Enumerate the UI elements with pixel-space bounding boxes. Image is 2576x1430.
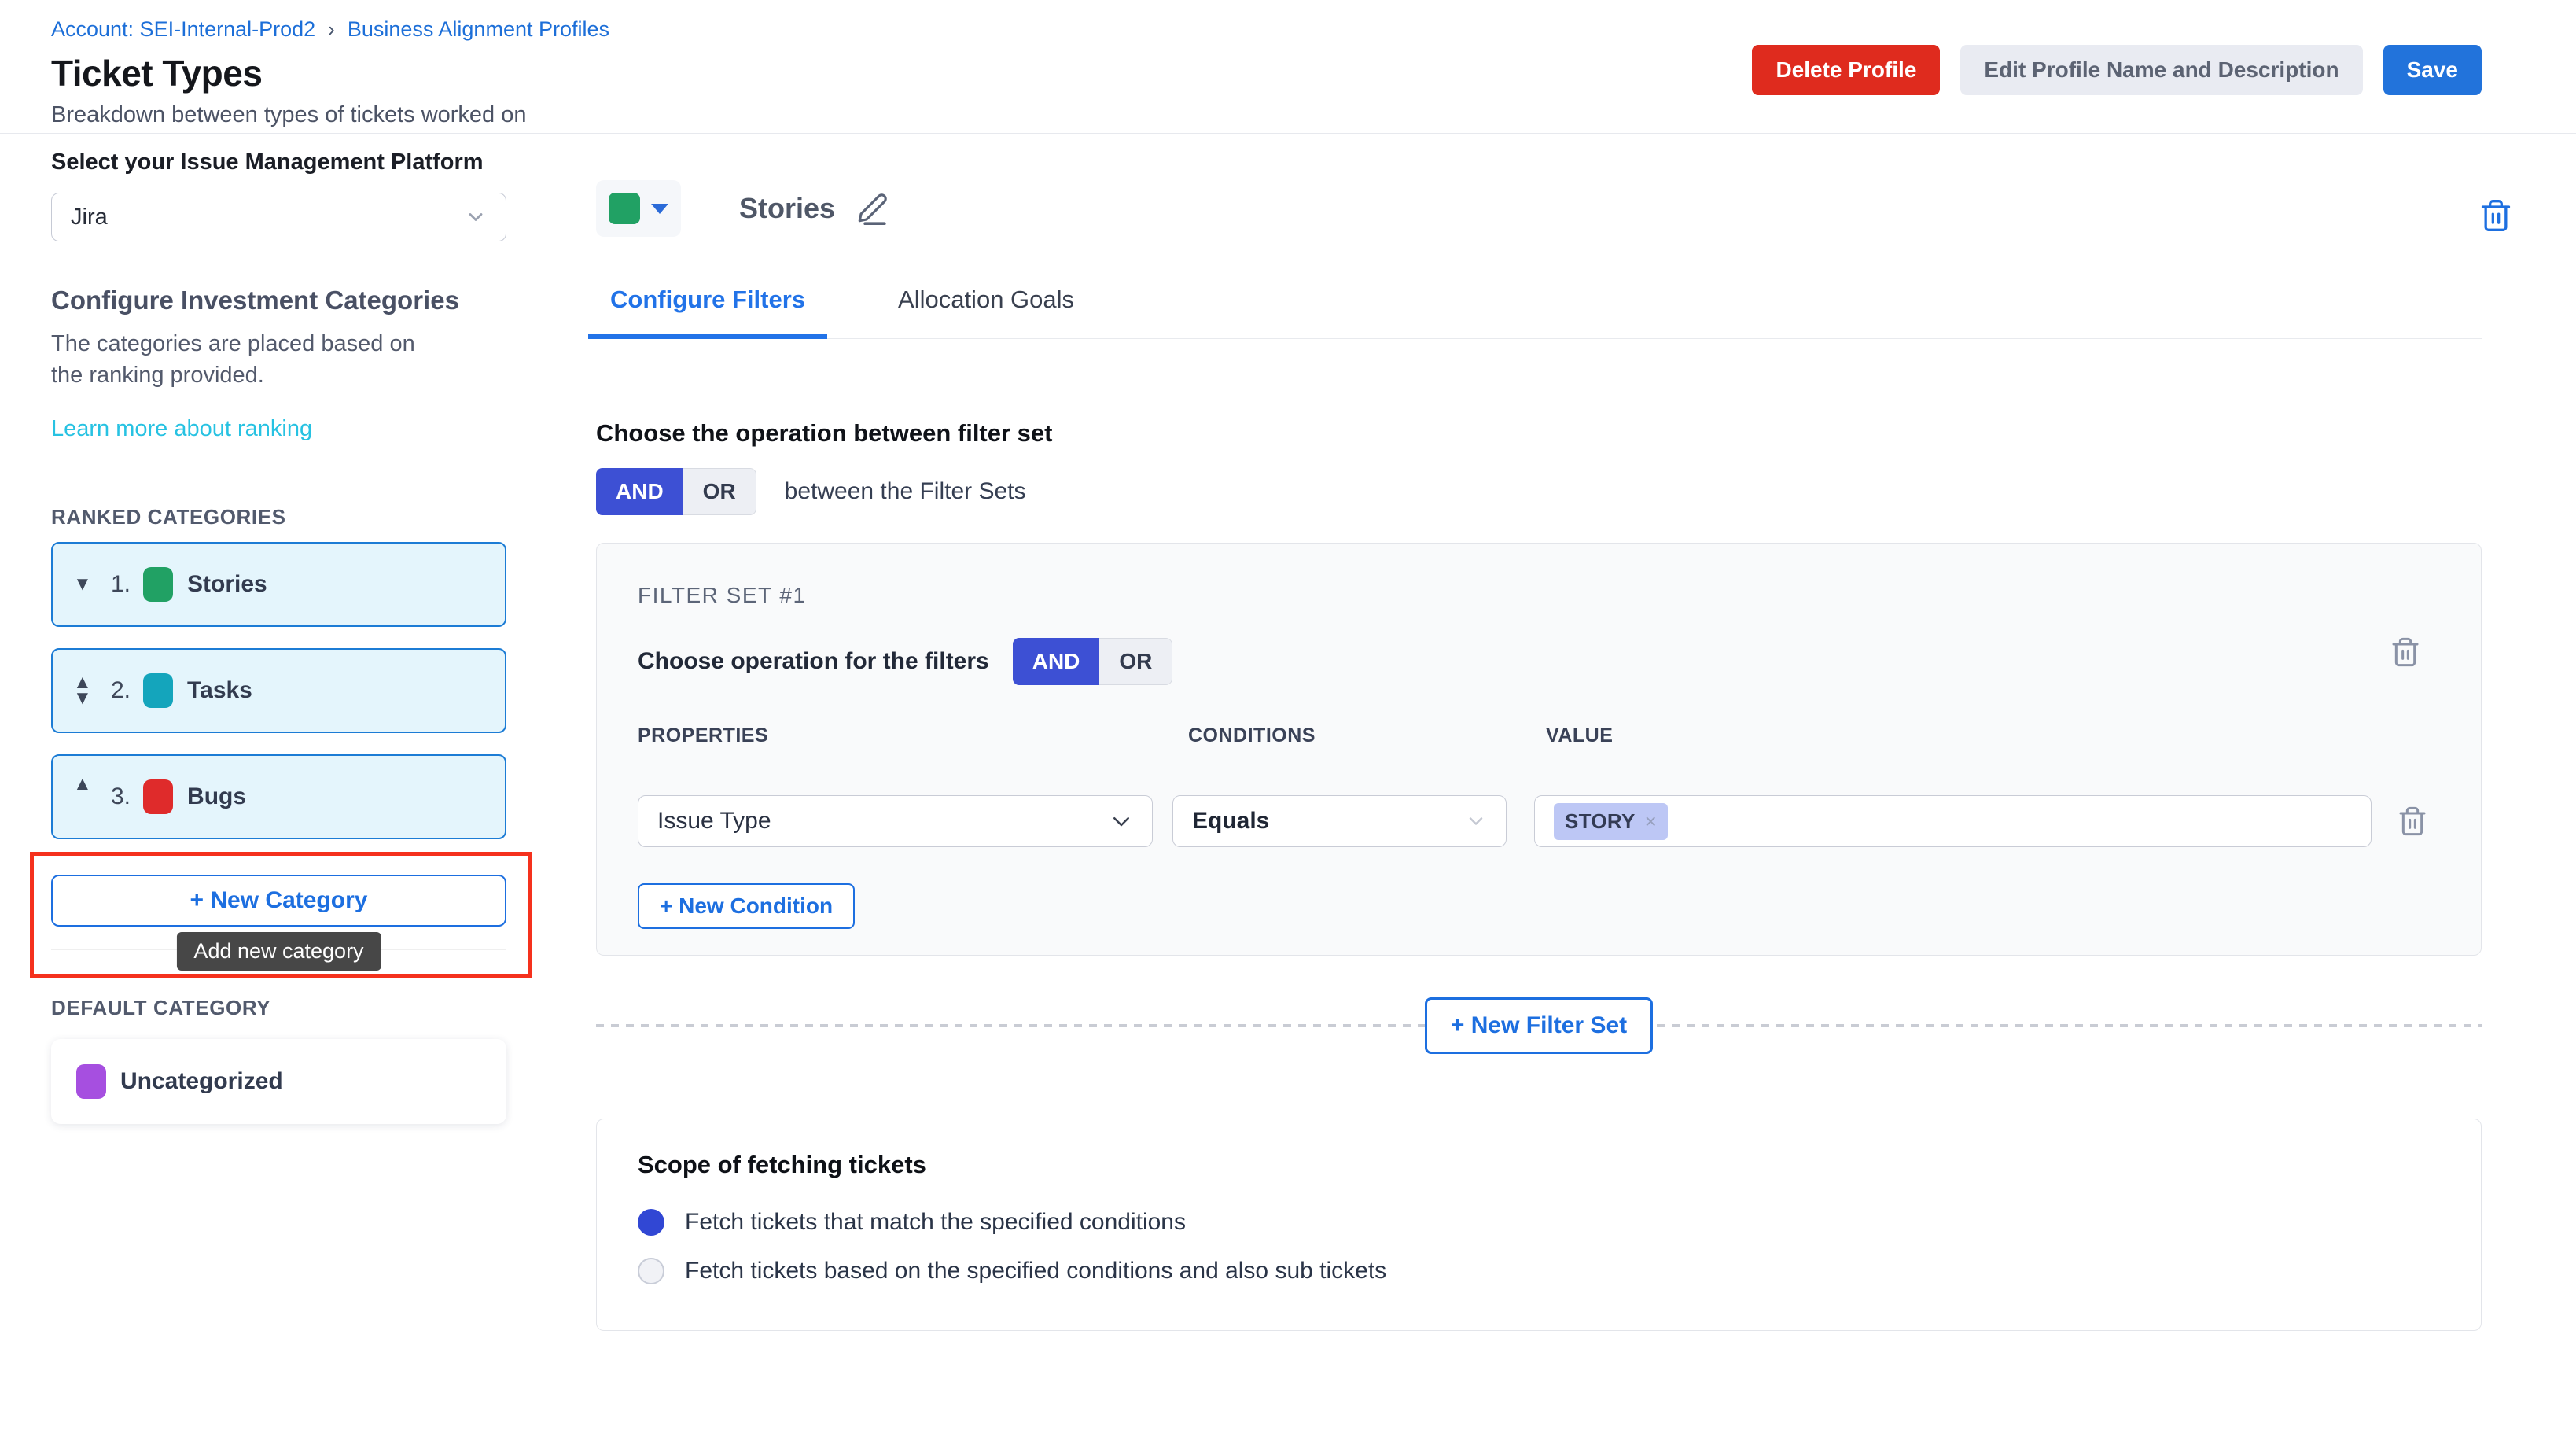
category-card-stories[interactable]: ▼ 1. Stories	[51, 542, 506, 627]
caret-down-icon	[651, 204, 668, 214]
tab-allocation-goals[interactable]: Allocation Goals	[876, 286, 1096, 338]
category-color-swatch	[609, 193, 640, 224]
category-name: Bugs	[187, 783, 246, 810]
configure-categories-title: Configure Investment Categories	[51, 286, 506, 315]
page-subtitle: Breakdown between types of tickets worke…	[51, 102, 2482, 128]
category-color-swatch	[143, 673, 173, 708]
move-down-icon[interactable]: ▼	[73, 691, 92, 706]
category-card-bugs[interactable]: ▲ 3. Bugs	[51, 754, 506, 839]
and-toggle-option[interactable]: AND	[596, 468, 683, 515]
scope-option-label: Fetch tickets based on the specified con…	[685, 1258, 1386, 1284]
learn-more-ranking-link[interactable]: Learn more about ranking	[51, 416, 312, 442]
new-filter-set-area: + New Filter Set	[596, 997, 2482, 1054]
and-toggle-option[interactable]: AND	[1013, 638, 1100, 685]
category-name: Tasks	[187, 677, 252, 704]
chevron-down-icon	[1465, 810, 1487, 832]
value-chip-label: STORY	[1565, 809, 1636, 834]
platform-select-label: Select your Issue Management Platform	[51, 149, 506, 175]
new-filter-set-button[interactable]: + New Filter Set	[1425, 997, 1653, 1054]
category-rank: 1.	[111, 571, 131, 598]
scope-option-label: Fetch tickets that match the specified c…	[685, 1209, 1186, 1236]
category-card-tasks[interactable]: ▲ ▼ 2. Tasks	[51, 648, 506, 733]
edit-category-name-icon[interactable]	[856, 192, 889, 225]
filter-column-headers: PROPERTIES CONDITIONS VALUE	[638, 724, 2440, 747]
new-category-button[interactable]: + New Category	[51, 875, 506, 927]
scope-option-match-conditions[interactable]: Fetch tickets that match the specified c…	[638, 1209, 2440, 1236]
edit-profile-button[interactable]: Edit Profile Name and Description	[1960, 45, 2362, 95]
filters-operation-label: Choose operation for the filters	[638, 648, 989, 675]
value-input[interactable]: STORY ×	[1534, 795, 2372, 847]
delete-filter-set-icon[interactable]	[2390, 636, 2421, 668]
breadcrumb: Account: SEI-Internal-Prod2 › Business A…	[51, 17, 2482, 42]
filter-set-operation-toggle-row: AND OR between the Filter Sets	[596, 468, 2482, 515]
conditions-column-header: CONDITIONS	[1188, 724, 1546, 747]
delete-condition-icon[interactable]	[2397, 805, 2428, 837]
remove-chip-icon[interactable]: ×	[1645, 809, 1657, 834]
page-header: Account: SEI-Internal-Prod2 › Business A…	[0, 0, 2576, 134]
configure-categories-description: The categories are placed based on the r…	[51, 328, 452, 391]
scope-panel: Scope of fetching tickets Fetch tickets …	[596, 1119, 2482, 1331]
platform-select-value: Jira	[71, 205, 108, 230]
breadcrumb-account-link[interactable]: Account: SEI-Internal-Prod2	[51, 17, 315, 42]
category-title: Stories	[739, 192, 835, 225]
save-button[interactable]: Save	[2383, 45, 2482, 95]
category-color-picker[interactable]	[596, 180, 681, 237]
condition-select[interactable]: Equals	[1172, 795, 1507, 847]
filter-set-panel: FILTER SET #1 Choose operation for the f…	[596, 543, 2482, 956]
category-color-swatch	[143, 779, 173, 814]
property-select[interactable]: Issue Type	[638, 795, 1153, 847]
chevron-down-icon	[1110, 809, 1133, 833]
tab-bar: Configure Filters Allocation Goals	[588, 286, 2482, 339]
new-category-area: + New Category Add new category	[51, 875, 506, 950]
filters-operation-row: Choose operation for the filters AND OR	[638, 638, 2440, 685]
category-name: Stories	[187, 571, 267, 598]
tab-configure-filters[interactable]: Configure Filters	[588, 286, 827, 339]
ranked-categories-label: RANKED CATEGORIES	[51, 505, 506, 529]
or-toggle-option[interactable]: OR	[683, 468, 756, 515]
or-toggle-option[interactable]: OR	[1099, 638, 1172, 685]
properties-column-header: PROPERTIES	[638, 724, 1188, 747]
breadcrumb-section-link[interactable]: Business Alignment Profiles	[348, 17, 609, 42]
new-condition-button[interactable]: + New Condition	[638, 883, 855, 929]
add-new-category-tooltip: Add new category	[176, 932, 381, 971]
scope-option-include-subtickets[interactable]: Fetch tickets based on the specified con…	[638, 1258, 2440, 1284]
move-down-icon[interactable]: ▼	[73, 577, 92, 592]
category-color-swatch	[76, 1064, 106, 1099]
breadcrumb-separator-icon: ›	[328, 17, 335, 42]
between-filter-sets-text: between the Filter Sets	[785, 478, 1026, 505]
and-or-toggle: AND OR	[1013, 638, 1173, 685]
category-name: Uncategorized	[120, 1068, 283, 1095]
category-rank: 3.	[111, 783, 131, 810]
category-rank: 2.	[111, 677, 131, 704]
delete-profile-button[interactable]: Delete Profile	[1752, 45, 1940, 95]
delete-category-icon[interactable]	[2478, 198, 2513, 233]
condition-select-value: Equals	[1192, 808, 1269, 835]
category-header-row: Stories	[596, 180, 2482, 237]
radio-selected-icon[interactable]	[638, 1209, 664, 1236]
scope-heading: Scope of fetching tickets	[638, 1151, 2440, 1179]
category-color-swatch	[143, 567, 173, 602]
filter-set-title: FILTER SET #1	[638, 583, 2440, 608]
radio-unselected-icon[interactable]	[638, 1258, 664, 1284]
default-category-label: DEFAULT CATEGORY	[51, 996, 506, 1020]
filter-condition-row: Issue Type Equals STORY ×	[638, 795, 2440, 847]
main-panel: Stories Configure Filters Allocation Goa…	[550, 134, 2576, 1429]
platform-select[interactable]: Jira	[51, 193, 506, 241]
chevron-down-icon	[465, 206, 487, 228]
property-select-value: Issue Type	[657, 808, 771, 835]
default-category-card: Uncategorized	[51, 1039, 506, 1124]
value-column-header: VALUE	[1546, 724, 1613, 747]
header-actions: Delete Profile Edit Profile Name and Des…	[1752, 45, 2482, 95]
operation-heading: Choose the operation between filter set	[596, 419, 2482, 448]
ranked-category-list: ▼ 1. Stories ▲ ▼ 2. Tasks ▲ 3.	[51, 542, 506, 839]
and-or-toggle: AND OR	[596, 468, 756, 515]
move-up-icon[interactable]: ▲	[73, 776, 92, 792]
sidebar: Select your Issue Management Platform Ji…	[0, 134, 550, 1429]
value-chip: STORY ×	[1554, 803, 1668, 840]
